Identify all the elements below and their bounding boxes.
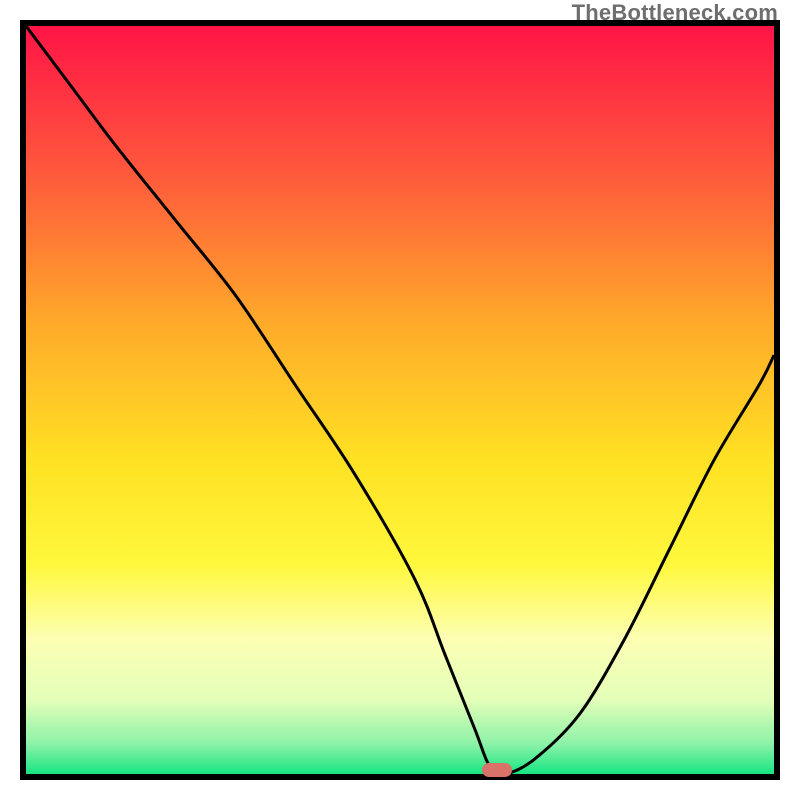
bottleneck-curve	[26, 26, 774, 774]
curve-layer	[26, 26, 774, 774]
chart-frame: TheBottleneck.com	[0, 0, 800, 800]
optimal-marker	[482, 763, 512, 777]
plot-area	[20, 20, 780, 780]
